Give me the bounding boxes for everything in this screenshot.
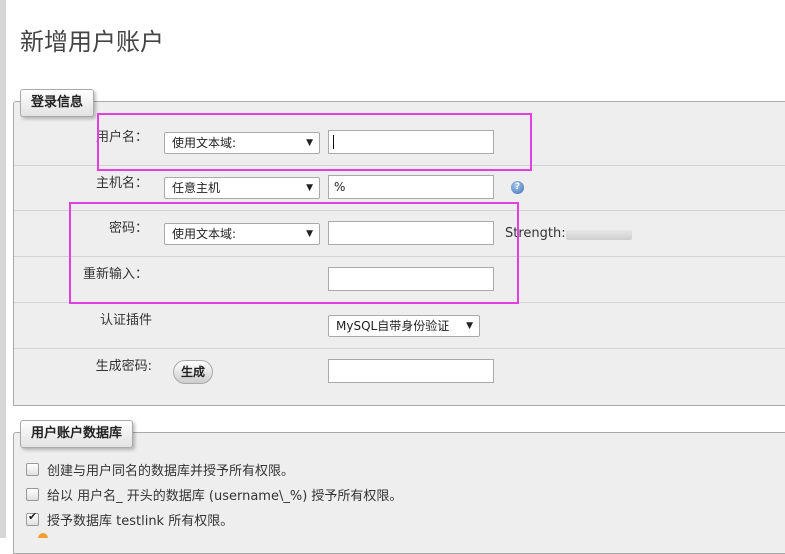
generate-button[interactable]: 生成 — [173, 360, 214, 384]
user-database-legend: 用户账户数据库 — [20, 420, 134, 448]
host-type-select[interactable]: 任意主机 ▼ — [164, 177, 320, 199]
auth-plugin-value: MySQL自带身份验证 — [336, 319, 450, 333]
password-type-value: 使用文本域: — [172, 227, 237, 241]
auth-plugin-label: 认证插件 — [99, 313, 152, 328]
left-border — [0, 0, 6, 538]
checkbox-checked[interactable]: ✔ — [26, 510, 39, 526]
text-caret — [333, 135, 334, 149]
db-option-same-name[interactable]: 创建与用户同名的数据库并授予所有权限。 — [26, 460, 294, 479]
user-database-fieldset: 用户账户数据库 创建与用户同名的数据库并授予所有权限。 给以 用户名_ 开头的数… — [13, 420, 785, 554]
password-input[interactable] — [328, 221, 494, 245]
generate-password-label: 生成密码: — [95, 359, 152, 374]
generated-password-input[interactable] — [328, 359, 494, 383]
dropdown-arrow-icon: ▼ — [466, 321, 473, 331]
db-option-label: 创建与用户同名的数据库并授予所有权限。 — [47, 464, 295, 479]
checkbox[interactable] — [26, 463, 39, 476]
row-divider — [14, 302, 785, 303]
password-label: 密码： — [108, 221, 148, 236]
host-label: 主机名： — [95, 176, 148, 191]
dropdown-arrow-icon: ▼ — [306, 183, 313, 193]
db-option-prefix[interactable]: 给以 用户名_ 开头的数据库 (username\_%) 授予所有权限。 — [26, 485, 402, 504]
dropdown-arrow-icon: ▼ — [306, 138, 313, 148]
checkbox[interactable] — [26, 488, 39, 501]
auth-plugin-select[interactable]: MySQL自带身份验证 ▼ — [328, 315, 480, 337]
row-divider — [14, 348, 785, 349]
strength-meter — [566, 230, 632, 240]
retype-password-input[interactable] — [328, 267, 494, 291]
username-type-value: 使用文本域: — [172, 136, 237, 150]
login-info-legend: 登录信息 — [20, 89, 95, 117]
partial-warning-icon — [38, 533, 48, 538]
checkmark-icon: ✔ — [28, 510, 38, 523]
username-type-select[interactable]: 使用文本域: ▼ — [164, 132, 320, 154]
host-type-value: 任意主机 — [172, 181, 221, 195]
strength-label: Strength: — [505, 226, 566, 241]
row-divider — [14, 165, 785, 166]
db-option-label: 给以 用户名_ 开头的数据库 (username\_%) 授予所有权限。 — [47, 489, 403, 504]
db-option-testlink[interactable]: ✔ 授予数据库 testlink 所有权限。 — [26, 510, 233, 529]
row-divider — [14, 210, 785, 211]
retype-label: 重新输入： — [82, 267, 148, 282]
username-label: 用户名： — [95, 130, 148, 145]
host-input[interactable]: % — [328, 175, 494, 199]
dropdown-arrow-icon: ▼ — [306, 229, 313, 239]
help-icon[interactable]: ? — [511, 181, 524, 194]
db-option-label: 授予数据库 testlink 所有权限。 — [47, 514, 234, 529]
username-input[interactable] — [328, 130, 494, 154]
page-title: 新增用户账户 — [20, 28, 164, 56]
password-type-select[interactable]: 使用文本域: ▼ — [164, 223, 320, 245]
row-divider — [14, 256, 785, 257]
host-value: % — [334, 180, 346, 194]
